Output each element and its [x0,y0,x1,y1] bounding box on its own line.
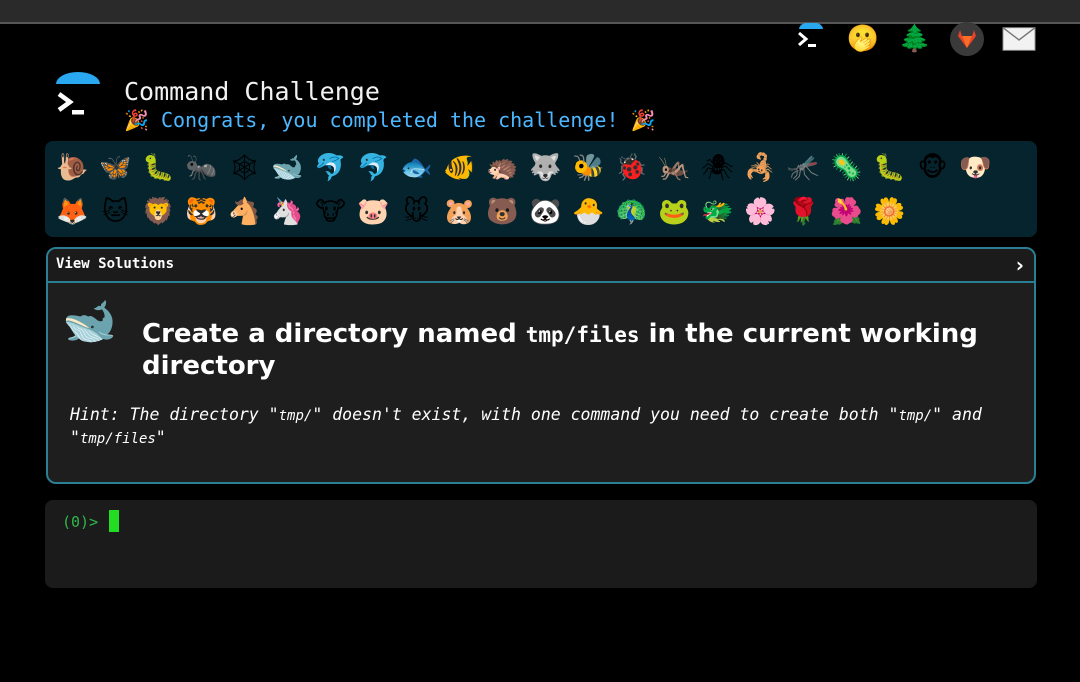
hint-text: Hint: The directory " [70,405,279,424]
level-badge-icon[interactable]: 🦚 [610,190,653,234]
level-badge-icon[interactable]: 🕷 [696,146,739,190]
level-badge-icon[interactable]: 🐯 [180,190,223,234]
top-nav: 🫢 🌲 [794,22,1036,56]
level-badge-icon[interactable]: 🦔 [481,146,524,190]
level-badge-icon[interactable]: 🦂 [739,146,782,190]
congrats-text: Congrats, you completed the challenge! [160,108,619,132]
level-badge-icon[interactable]: 🐷 [352,190,395,234]
level-badge-icon[interactable]: 🐛 [868,146,911,190]
party-popper-icon: 🎉 [630,108,656,132]
terminal-logo-icon[interactable] [794,22,828,56]
chevron-right-icon: › [1015,253,1024,277]
level-badge-icon[interactable]: 🐋 [266,146,309,190]
level-badge-icon[interactable]: 🦄 [266,190,309,234]
level-badge-icon[interactable]: 🐛 [137,146,180,190]
hint-code: tmp/ [278,408,313,424]
level-badge-icon[interactable]: 🐼 [524,190,567,234]
challenge-task: Create a directory named tmp/files in th… [142,319,1022,382]
level-badge-icon[interactable]: 🐹 [438,190,481,234]
task-code: tmp/files [525,323,640,347]
level-badge-icon[interactable]: 🐺 [524,146,567,190]
tree-icon[interactable]: 🌲 [898,22,932,56]
level-badge-icon[interactable]: 🦟 [782,146,825,190]
task-text: Create a directory named [142,319,526,349]
level-badge-icon[interactable]: 🌸 [739,190,782,234]
level-badge-icon[interactable]: 🐵 [911,146,954,190]
view-solutions-label: View Solutions [56,256,175,272]
view-solutions-toggle[interactable]: View Solutions › [48,249,1034,283]
app-logo-icon[interactable] [54,72,102,120]
level-badge-icon[interactable]: 🐴 [223,190,266,234]
level-badge-icon[interactable]: 🐌 [51,146,94,190]
hint-code: tmp/ [898,408,933,424]
terminal-input[interactable]: (0)> [45,500,1037,588]
level-badge-icon[interactable]: 🐟 [395,146,438,190]
hint-text: " doesn't exist, with one command you ne… [312,405,899,424]
completed-levels-strip: 🐌 🦋 🐛 🐜 🕸 🐋 🐬 🐬 🐟 🐠 🦔 🐺 🐝 🐞 🦗 🕷 🦂 🦟 🦠 🐛 🐵 🐶 🦊 🐱 🦁 🐯 🐴 🦄 🐮 🐷 🐭 🐹 🐻 🐼 🐣 🦚 🐸 🐲 🌸 🌹… [45,141,1037,237]
level-badge-icon[interactable]: 🌼 [868,190,911,234]
challenge-panel: View Solutions › 🐋 Create a directory na… [46,247,1036,484]
level-badge-icon[interactable]: 🐸 [653,190,696,234]
mail-icon[interactable] [1002,22,1036,56]
whale-icon: 🐋 [62,296,117,347]
level-badge-icon[interactable]: 🐣 [567,190,610,234]
level-badge-icon[interactable]: 🦠 [825,146,868,190]
level-badge-icon[interactable]: 🐬 [309,146,352,190]
terminal-prompt: (0)> [62,513,99,531]
hint-text: " [155,428,166,447]
browser-top-bar [0,0,1080,24]
level-badge-icon[interactable]: 🐱 [94,190,137,234]
gitlab-icon[interactable] [950,22,984,56]
congrats-message: 🎉 Congrats, you completed the challenge!… [124,108,655,132]
level-badge-icon[interactable]: 🦋 [94,146,137,190]
terminal-cursor [109,510,119,532]
level-badge-icon[interactable]: 🌺 [825,190,868,234]
challenge-hint: Hint: The directory "tmp/" doesn't exist… [70,404,1030,450]
page-title: Command Challenge [124,77,380,106]
level-badge-icon[interactable]: 🌹 [782,190,825,234]
level-badge-icon[interactable]: 🐬 [352,146,395,190]
level-badge-icon[interactable]: 🐞 [610,146,653,190]
level-badge-icon[interactable]: 🐻 [481,190,524,234]
hint-code: tmp/files [79,431,156,447]
level-badge-icon[interactable]: 🐲 [696,190,739,234]
level-badge-icon[interactable]: 🦁 [137,190,180,234]
level-badge-icon[interactable]: 🦊 [51,190,94,234]
level-badge-icon[interactable]: 🐠 [438,146,481,190]
level-badge-icon[interactable]: 🐭 [395,190,438,234]
hushed-face-icon[interactable]: 🫢 [846,22,880,56]
level-badge-icon[interactable]: 🐝 [567,146,610,190]
level-badge-icon[interactable]: 🦗 [653,146,696,190]
party-popper-icon: 🎉 [124,108,149,132]
level-badge-icon[interactable]: 🕸 [223,146,266,190]
level-badge-icon[interactable]: 🐜 [180,146,223,190]
level-badge-icon[interactable]: 🐶 [954,146,997,190]
level-badge-icon[interactable]: 🐮 [309,190,352,234]
